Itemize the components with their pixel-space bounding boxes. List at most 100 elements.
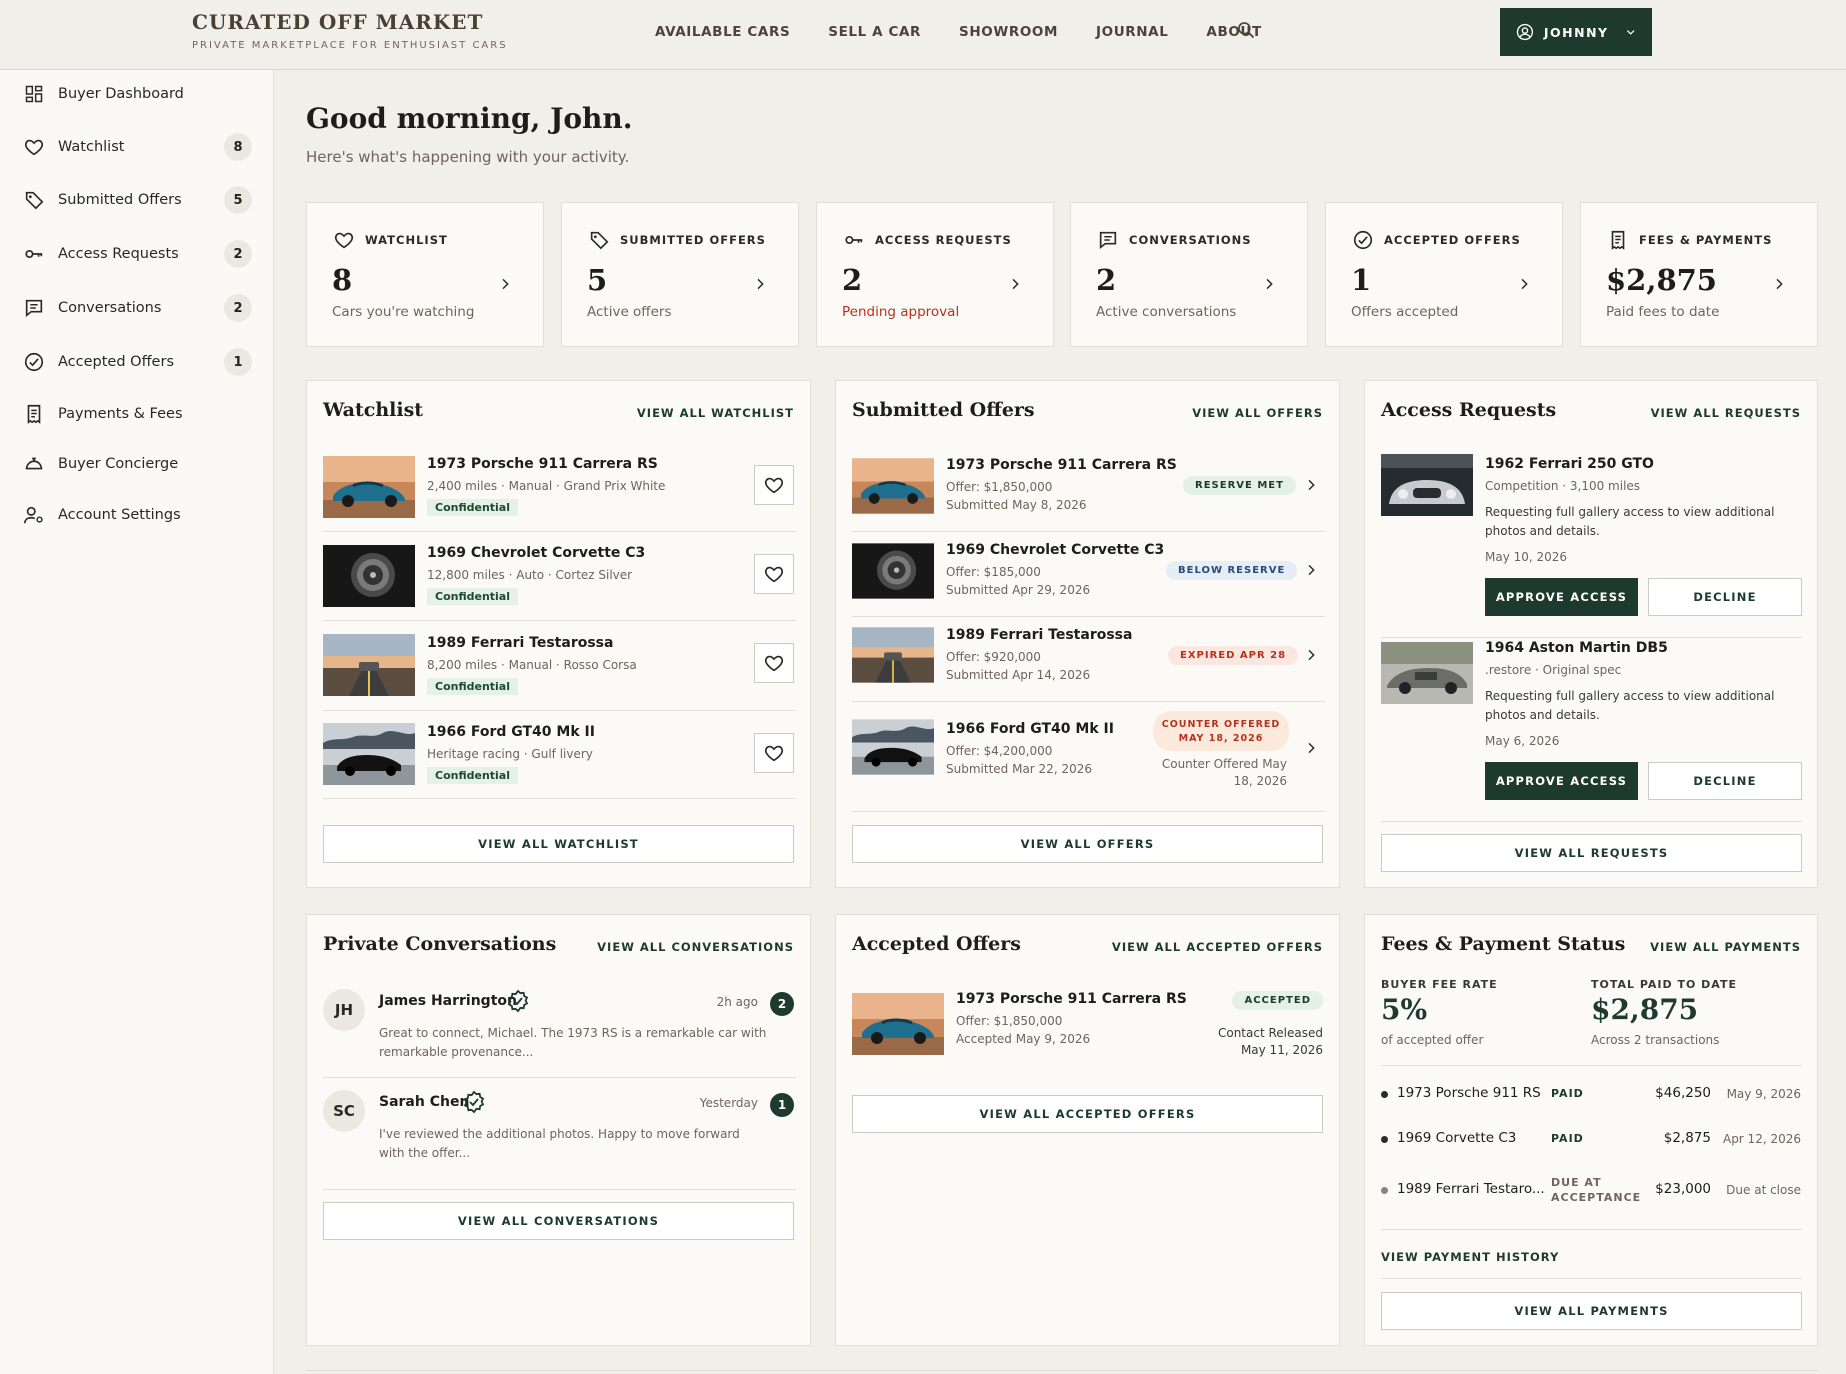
watchlist-heart-button[interactable] [754, 643, 794, 683]
sidebar-item-access-requests[interactable]: Access Requests 2 [22, 239, 252, 269]
private-conversations-panel: Private Conversations VIEW ALL CONVERSAT… [306, 914, 811, 1346]
contact-name[interactable]: James Harrington [379, 993, 517, 1009]
stat-desc: Paid fees to date [1606, 304, 1720, 320]
check-circle-icon [22, 350, 46, 374]
avatar[interactable]: SC [323, 1090, 365, 1132]
car-thumbnail[interactable] [852, 625, 934, 685]
car-title[interactable]: 1989 Ferrari Testarossa [427, 635, 613, 651]
car-title[interactable]: 1969 Chevrolet Corvette C3 [946, 542, 1164, 558]
sidebar-item-account-settings[interactable]: Account Settings [22, 500, 252, 530]
car-thumbnail[interactable] [852, 541, 934, 601]
divider [323, 1189, 796, 1190]
nav-showroom[interactable]: SHOWROOM [959, 24, 1058, 40]
sidebar-label: Account Settings [58, 507, 181, 523]
offer-amount: Offer: $4,200,000 [946, 744, 1053, 758]
fee-rate-label: BUYER FEE RATE [1381, 978, 1498, 991]
car-title[interactable]: 1962 Ferrari 250 GTO [1485, 456, 1654, 472]
car-title[interactable]: 1973 Porsche 911 Carrera RS [427, 456, 658, 472]
contact-name[interactable]: Sarah Chen [379, 1094, 469, 1110]
sidebar-item-conversations[interactable]: Conversations 2 [22, 293, 252, 323]
nav-sell-a-car[interactable]: SELL A CAR [828, 24, 921, 40]
car-title[interactable]: 1969 Chevrolet Corvette C3 [427, 545, 645, 561]
sidebar-item-buyer-concierge[interactable]: Buyer Concierge [22, 449, 252, 479]
decline-button[interactable]: DECLINE [1648, 762, 1802, 800]
sidebar-item-buyer-dashboard[interactable]: Buyer Dashboard [22, 79, 252, 109]
car-title[interactable]: 1964 Aston Martin DB5 [1485, 640, 1668, 656]
view-all-watchlist-link[interactable]: VIEW ALL WATCHLIST [637, 406, 794, 420]
view-all-conversations-link[interactable]: VIEW ALL CONVERSATIONS [597, 940, 794, 954]
view-all-requests-button[interactable]: VIEW ALL REQUESTS [1381, 834, 1802, 872]
request-desc: Requesting full gallery access to view a… [1485, 689, 1775, 703]
approve-access-button[interactable]: APPROVE ACCESS [1485, 578, 1638, 616]
car-thumbnail[interactable] [852, 717, 934, 777]
stat-title: ACCEPTED OFFERS [1384, 233, 1521, 247]
stat-value: 2 [842, 263, 863, 297]
chevron-right-icon[interactable] [1303, 477, 1319, 493]
sidebar-item-payments-fees[interactable]: Payments & Fees [22, 399, 252, 429]
car-title[interactable]: 1966 Ford GT40 Mk II [946, 721, 1114, 737]
access-requests-panel: Access Requests VIEW ALL REQUESTS 1962 F… [1364, 380, 1818, 888]
chevron-down-icon [1626, 30, 1635, 35]
stat-card-submitted-offers[interactable]: SUBMITTED OFFERS 5 Active offers [561, 202, 799, 347]
decline-button[interactable]: DECLINE [1648, 578, 1802, 616]
offer-date: Submitted Mar 22, 2026 [946, 762, 1092, 776]
car-thumbnail[interactable] [323, 545, 415, 607]
chevron-right-icon[interactable] [1303, 740, 1319, 756]
chevron-right-icon[interactable] [1303, 647, 1319, 663]
car-title[interactable]: 1973 Porsche 911 Carrera RS [956, 991, 1187, 1007]
nav-available-cars[interactable]: AVAILABLE CARS [655, 24, 790, 40]
avatar[interactable]: JH [323, 989, 365, 1031]
car-thumbnail[interactable] [323, 634, 415, 696]
nav-journal[interactable]: JOURNAL [1096, 24, 1168, 40]
view-all-offers-link[interactable]: VIEW ALL OFFERS [1192, 406, 1323, 420]
sidebar-count: 5 [224, 186, 252, 214]
sidebar-item-submitted-offers[interactable]: Submitted Offers 5 [22, 185, 252, 215]
chevron-right-icon[interactable] [1303, 562, 1319, 578]
car-thumbnail[interactable] [852, 456, 934, 516]
divider [852, 531, 1325, 532]
stat-title: WATCHLIST [365, 233, 448, 247]
stat-card-accepted-offers[interactable]: ACCEPTED OFFERS 1 Offers accepted [1325, 202, 1563, 347]
watchlist-heart-button[interactable] [754, 733, 794, 773]
view-all-payments-button[interactable]: VIEW ALL PAYMENTS [1381, 1292, 1802, 1330]
top-header: CURATED OFF MARKET PRIVATE MARKETPLACE F… [0, 0, 1846, 70]
view-all-accepted-offers-button[interactable]: VIEW ALL ACCEPTED OFFERS [852, 1095, 1323, 1133]
payment-status-dot [1381, 1187, 1388, 1194]
car-title[interactable]: 1989 Ferrari Testarossa [946, 627, 1132, 643]
view-all-watchlist-button[interactable]: VIEW ALL WATCHLIST [323, 825, 794, 863]
status-badge: ACCEPTED [1232, 991, 1323, 1010]
stat-card-watchlist[interactable]: WATCHLIST 8 Cars you're watching [306, 202, 544, 347]
fee-rate-value: 5% [1381, 993, 1428, 1026]
verified-icon [506, 989, 530, 1013]
car-thumbnail[interactable] [323, 456, 415, 518]
view-all-requests-link[interactable]: VIEW ALL REQUESTS [1651, 406, 1801, 420]
view-payment-history-link[interactable]: VIEW PAYMENT HISTORY [1381, 1250, 1559, 1264]
stat-card-conversations[interactable]: CONVERSATIONS 2 Active conversations [1070, 202, 1308, 347]
user-menu-button[interactable]: JOHNNY [1500, 8, 1652, 56]
sidebar-item-watchlist[interactable]: Watchlist 8 [22, 132, 252, 162]
watchlist-heart-button[interactable] [754, 465, 794, 505]
watchlist-heart-button[interactable] [754, 554, 794, 594]
payment-date: May 9, 2026 [1726, 1087, 1801, 1101]
search-icon[interactable] [1236, 19, 1256, 41]
car-thumbnail[interactable] [852, 989, 944, 1059]
view-all-conversations-button[interactable]: VIEW ALL CONVERSATIONS [323, 1202, 794, 1240]
stat-card-fees-payments[interactable]: FEES & PAYMENTS $2,875 Paid fees to date [1580, 202, 1818, 347]
car-title[interactable]: 1973 Porsche 911 Carrera RS [946, 457, 1177, 473]
request-desc: photos and details. [1485, 708, 1600, 722]
offer-date: Submitted Apr 14, 2026 [946, 668, 1091, 682]
dashboard-icon [22, 82, 46, 106]
car-thumbnail[interactable] [1381, 454, 1473, 516]
approve-access-button[interactable]: APPROVE ACCESS [1485, 762, 1638, 800]
stat-card-access-requests[interactable]: ACCESS REQUESTS 2 Pending approval [816, 202, 1054, 347]
view-all-payments-link[interactable]: VIEW ALL PAYMENTS [1650, 940, 1801, 954]
car-thumbnail[interactable] [1381, 638, 1473, 708]
view-all-offers-button[interactable]: VIEW ALL OFFERS [852, 825, 1323, 863]
car-thumbnail[interactable] [323, 723, 415, 785]
view-all-accepted-offers-link[interactable]: VIEW ALL ACCEPTED OFFERS [1112, 940, 1323, 954]
message-time: Yesterday [699, 1096, 758, 1110]
sidebar-item-accepted-offers[interactable]: Accepted Offers 1 [22, 347, 252, 377]
stat-desc: Cars you're watching [332, 304, 475, 320]
brand-logo[interactable]: CURATED OFF MARKET PRIVATE MARKETPLACE F… [192, 10, 508, 51]
car-title[interactable]: 1966 Ford GT40 Mk II [427, 724, 595, 740]
